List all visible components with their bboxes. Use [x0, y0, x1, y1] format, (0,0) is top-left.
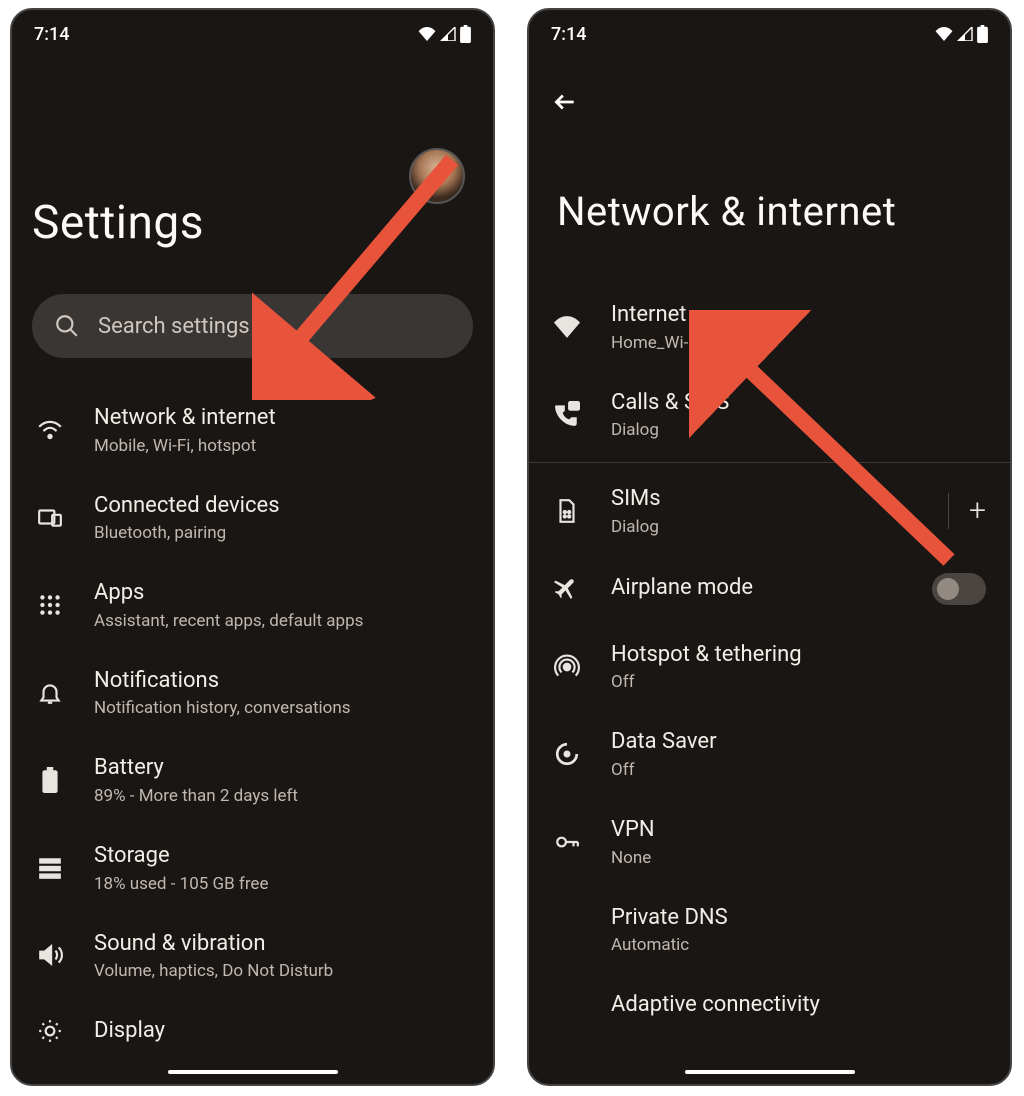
network-item-calls-sms[interactable]: Calls & SMSDialog — [549, 371, 990, 459]
item-title: Data Saver — [611, 728, 986, 757]
status-time: 7:14 — [34, 24, 69, 45]
search-settings-input[interactable]: Search settings — [32, 294, 473, 358]
add-sim-button[interactable]: + — [969, 493, 986, 528]
search-placeholder: Search settings — [98, 314, 250, 339]
hotspot-icon — [554, 654, 580, 680]
item-title: Private DNS — [611, 904, 986, 933]
network-item-internet[interactable]: Internet Home_Wi-Fi — [549, 283, 990, 371]
item-title: Storage — [94, 842, 469, 871]
signal-icon — [440, 27, 456, 41]
item-subtitle: Dialog — [611, 420, 986, 440]
brightness-icon — [37, 1018, 63, 1044]
item-subtitle: Volume, haptics, Do Not Disturb — [94, 961, 469, 981]
nav-indicator[interactable] — [168, 1070, 338, 1074]
settings-item-connected-devices[interactable]: Connected devicesBluetooth, pairing — [32, 474, 473, 562]
item-subtitle: 18% used - 105 GB free — [94, 874, 469, 894]
item-title: Calls & SMS — [611, 389, 986, 418]
storage-icon — [37, 855, 63, 881]
wifi-icon — [37, 417, 63, 443]
divider — [948, 493, 949, 529]
settings-item-apps[interactable]: Apps Assistant, recent apps, default apps — [32, 561, 473, 649]
page-title: Network & internet — [549, 188, 990, 235]
settings-item-storage[interactable]: Storage 18% used - 105 GB free — [32, 824, 473, 912]
status-bar: 7:14 — [529, 10, 1010, 58]
network-item-sims[interactable]: SIMs Dialog + — [549, 467, 990, 555]
sim-icon — [554, 498, 580, 524]
item-title: Display — [94, 1017, 469, 1046]
status-icons — [418, 25, 471, 43]
network-internet-screen: 7:14 Network & internet Internet Home_Wi-… — [527, 8, 1012, 1086]
network-item-airplane[interactable]: Airplane mode — [549, 555, 990, 623]
network-item-adaptive[interactable]: Adaptive connectivity — [549, 973, 990, 1038]
status-time: 7:14 — [551, 24, 586, 45]
phone-sms-icon — [554, 401, 580, 427]
wifi-icon — [554, 314, 580, 340]
settings-item-display[interactable]: Display — [32, 999, 473, 1064]
search-icon — [54, 313, 80, 339]
wifi-icon — [418, 27, 436, 41]
item-subtitle: Bluetooth, pairing — [94, 523, 469, 543]
volume-icon — [37, 942, 63, 968]
bell-icon — [37, 680, 63, 706]
item-subtitle: 89% - More than 2 days left — [94, 786, 469, 806]
item-title: VPN — [611, 816, 986, 845]
data-saver-icon — [554, 741, 580, 767]
network-item-data-saver[interactable]: Data Saver Off — [549, 710, 990, 798]
item-title: SIMs — [611, 485, 922, 514]
item-title: Hotspot & tethering — [611, 641, 986, 670]
item-subtitle: Home_Wi-Fi — [611, 333, 986, 353]
item-subtitle: Notification history, conversations — [94, 698, 469, 718]
apps-icon — [37, 592, 63, 618]
network-item-hotspot[interactable]: Hotspot & tetheringOff — [549, 623, 990, 711]
item-subtitle: Automatic — [611, 935, 986, 955]
item-title: Apps — [94, 579, 469, 608]
settings-item-network[interactable]: Network & internet Mobile, Wi-Fi, hotspot — [32, 386, 473, 474]
item-subtitle: Off — [611, 672, 986, 692]
airplane-icon — [554, 576, 580, 602]
settings-main-screen: 7:14 Settings Search settings Network & … — [10, 8, 495, 1086]
item-title: Connected devices — [94, 492, 469, 521]
battery-icon — [977, 25, 988, 43]
network-item-vpn[interactable]: VPN None — [549, 798, 990, 886]
vpn-key-icon — [554, 829, 580, 855]
nav-indicator[interactable] — [685, 1070, 855, 1074]
item-subtitle: Assistant, recent apps, default apps — [94, 611, 469, 631]
item-subtitle: None — [611, 848, 986, 868]
battery-icon — [460, 25, 471, 43]
settings-item-battery[interactable]: Battery 89% - More than 2 days left — [32, 736, 473, 824]
back-button[interactable] — [551, 88, 579, 116]
status-bar: 7:14 — [12, 10, 493, 58]
wifi-icon — [935, 27, 953, 41]
item-title: Battery — [94, 754, 469, 783]
divider — [529, 462, 1010, 463]
item-title: Network & internet — [94, 404, 469, 433]
settings-item-notifications[interactable]: NotificationsNotification history, conve… — [32, 649, 473, 737]
item-title: Internet — [611, 301, 986, 330]
devices-icon — [37, 504, 63, 530]
arrow-back-icon — [552, 89, 578, 115]
settings-item-sound[interactable]: Sound & vibrationVolume, haptics, Do Not… — [32, 912, 473, 1000]
item-subtitle: Off — [611, 760, 986, 780]
item-subtitle: Dialog — [611, 517, 922, 537]
item-title: Airplane mode — [611, 574, 906, 603]
airplane-toggle[interactable] — [932, 573, 986, 605]
page-title: Settings — [32, 196, 473, 250]
item-subtitle: Mobile, Wi-Fi, hotspot — [94, 436, 469, 456]
battery-icon — [42, 767, 58, 793]
item-title: Sound & vibration — [94, 930, 469, 959]
network-item-private-dns[interactable]: Private DNSAutomatic — [549, 886, 990, 974]
signal-icon — [957, 27, 973, 41]
item-title: Adaptive connectivity — [611, 991, 986, 1020]
item-title: Notifications — [94, 667, 469, 696]
avatar[interactable] — [409, 148, 465, 204]
status-icons — [935, 25, 988, 43]
